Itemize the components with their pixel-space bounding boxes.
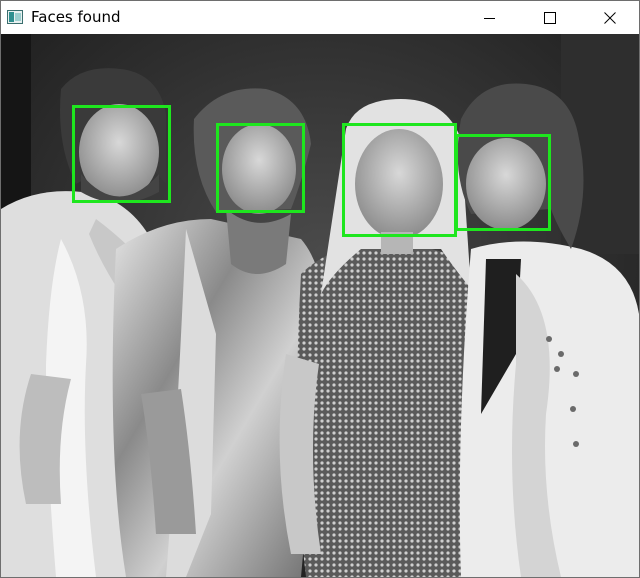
app-window: Faces found bbox=[0, 0, 640, 578]
maximize-icon bbox=[544, 11, 556, 24]
image-canvas bbox=[1, 34, 639, 577]
maximize-button[interactable] bbox=[527, 1, 573, 34]
close-icon bbox=[604, 11, 616, 24]
close-button[interactable] bbox=[587, 1, 633, 34]
face-detection-box bbox=[342, 123, 457, 237]
minimize-icon bbox=[484, 17, 495, 19]
title-bar[interactable]: Faces found bbox=[1, 1, 639, 34]
window-title: Faces found bbox=[31, 8, 121, 26]
face-detection-box bbox=[72, 105, 171, 203]
minimize-button[interactable] bbox=[467, 1, 513, 34]
face-detection-box bbox=[455, 134, 551, 231]
face-detection-box bbox=[216, 123, 305, 213]
image-window-icon[interactable] bbox=[7, 9, 23, 24]
